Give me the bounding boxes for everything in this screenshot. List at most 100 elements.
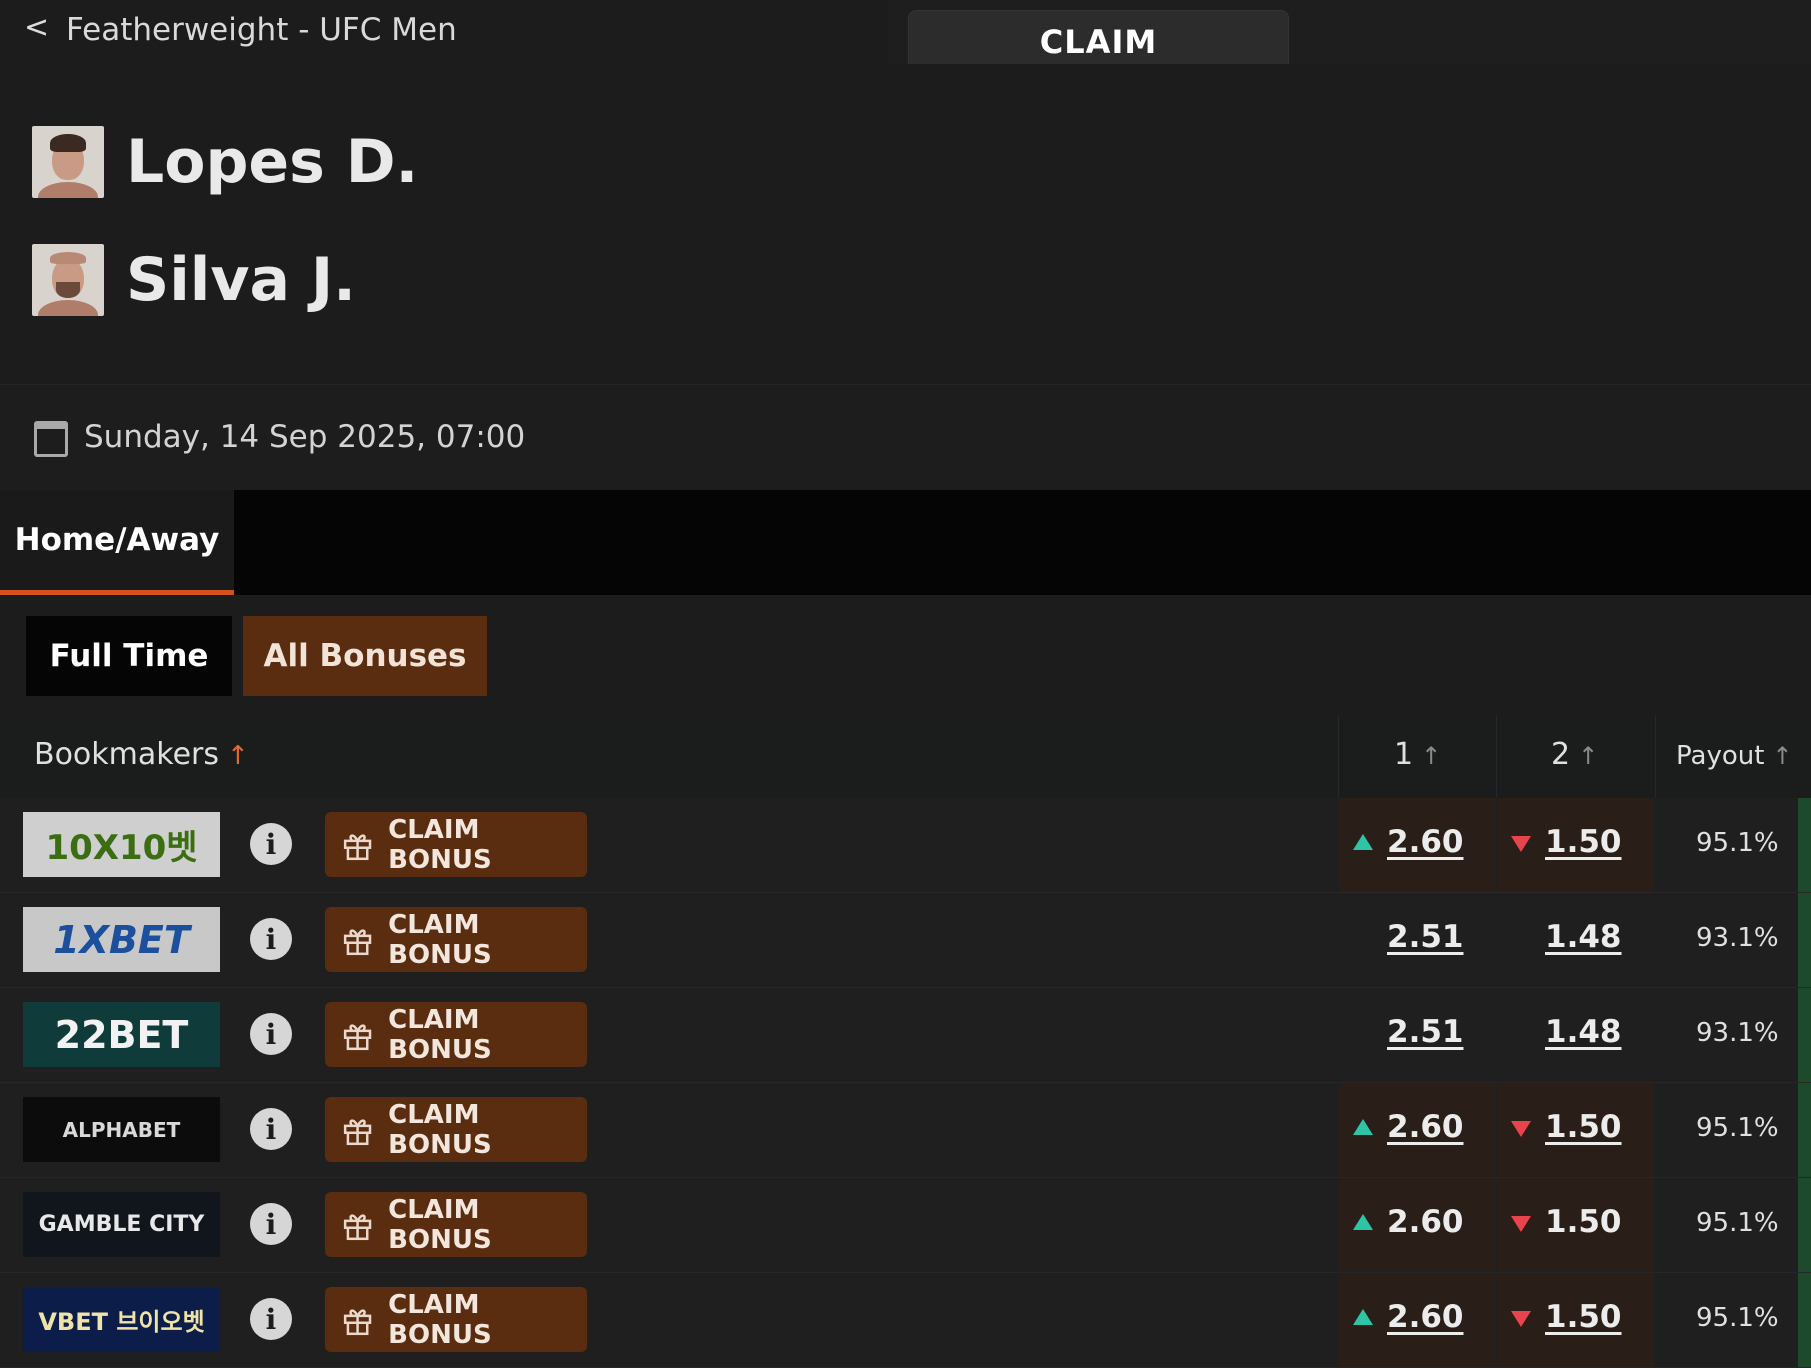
- claim-bonus-button[interactable]: CLAIM BONUS: [325, 1287, 587, 1352]
- col1-header[interactable]: 1 ↑: [1394, 737, 1441, 772]
- bookmaker-logo[interactable]: VBET 브이오벳: [23, 1287, 220, 1352]
- claim-bonus-label: CLAIM BONUS: [388, 814, 492, 875]
- odd-2[interactable]: 1.50: [1545, 1109, 1622, 1145]
- market-tabs: Home/Away: [0, 490, 1811, 596]
- info-icon[interactable]: i: [250, 1298, 292, 1340]
- odd-cell-2[interactable]: 1.48: [1497, 988, 1654, 1082]
- claim-bonus-button[interactable]: CLAIM BONUS: [325, 907, 587, 972]
- odd-1[interactable]: 2.51: [1387, 919, 1464, 955]
- breadcrumb[interactable]: Featherweight - UFC Men: [66, 12, 457, 48]
- info-icon[interactable]: i: [250, 918, 292, 960]
- bookmaker-logo[interactable]: 22BET: [23, 1002, 220, 1067]
- all-bonuses-button[interactable]: All Bonuses: [243, 616, 487, 696]
- claim-bonus-button[interactable]: CLAIM BONUS: [325, 812, 587, 877]
- col2-header[interactable]: 2 ↑: [1551, 737, 1598, 772]
- bookmakers-header[interactable]: Bookmakers ↑: [34, 737, 249, 772]
- claim-bonus-label: CLAIM BONUS: [388, 1004, 492, 1065]
- odd-cell-2[interactable]: 1.50: [1497, 798, 1654, 892]
- odd-2[interactable]: 1.50: [1545, 1204, 1622, 1240]
- column-divider: [1338, 715, 1339, 798]
- row-accent-bar: [1798, 798, 1811, 892]
- gift-icon: [341, 923, 374, 957]
- odd-cell-2[interactable]: 1.48: [1497, 893, 1654, 987]
- odds-up-icon: [1353, 1309, 1373, 1325]
- odds-down-icon: [1511, 1121, 1531, 1137]
- payout-value: 95.1%: [1696, 1303, 1779, 1333]
- full-time-button[interactable]: Full Time: [26, 616, 232, 696]
- gift-icon: [341, 1018, 374, 1052]
- gift-icon: [341, 1208, 374, 1242]
- odd-cell-1[interactable]: 2.60: [1339, 1083, 1496, 1177]
- claim-bonus-label: CLAIM BONUS: [388, 1194, 492, 1255]
- payout-header-label: Payout: [1676, 741, 1765, 771]
- row-accent-bar: [1798, 893, 1811, 987]
- odd-cell-2[interactable]: 1.50: [1497, 1273, 1654, 1367]
- back-icon[interactable]: <: [24, 10, 49, 45]
- odd-cell-1[interactable]: 2.60: [1339, 798, 1496, 892]
- table-row: VBET 브이오벳 i CLAIM BONUS 2.60 1.50 95.1%: [0, 1273, 1811, 1368]
- claim-bonus-button[interactable]: CLAIM BONUS: [325, 1097, 587, 1162]
- payout-value: 95.1%: [1696, 1208, 1779, 1238]
- odds-down-icon: [1511, 1216, 1531, 1232]
- table-row: 1XBET i CLAIM BONUS 2.51 1.48 93.1%: [0, 893, 1811, 988]
- bookmaker-name: 10X10벳: [45, 828, 198, 868]
- row-accent-bar: [1798, 1083, 1811, 1177]
- claim-bonus-label: CLAIM BONUS: [388, 1289, 492, 1350]
- info-icon[interactable]: i: [250, 1013, 292, 1055]
- payout-value: 95.1%: [1696, 828, 1779, 858]
- odds-up-icon: [1353, 834, 1373, 850]
- calendar-icon: [34, 421, 68, 457]
- bookmaker-name: VBET 브이오벳: [38, 1308, 205, 1336]
- column-divider: [1496, 715, 1497, 798]
- table-row: GAMBLE CITY i CLAIM BONUS 2.60 1.50 95.1…: [0, 1178, 1811, 1273]
- odds-up-icon: [1353, 1119, 1373, 1135]
- odd-1[interactable]: 2.60: [1387, 1109, 1464, 1145]
- odds-down-icon: [1511, 1311, 1531, 1327]
- odd-1[interactable]: 2.51: [1387, 1014, 1464, 1050]
- bookmaker-name: GAMBLE CITY: [38, 1212, 205, 1237]
- payout-value: 93.1%: [1696, 923, 1779, 953]
- sort-arrow-icon: ↑: [1578, 742, 1599, 770]
- claim-bonus-label: CLAIM BONUS: [388, 1099, 492, 1160]
- table-row: ALPHABET i CLAIM BONUS 2.60 1.50 95.1%: [0, 1083, 1811, 1178]
- bookmakers-header-label: Bookmakers: [34, 737, 219, 772]
- odd-2[interactable]: 1.50: [1545, 1299, 1622, 1335]
- payout-header[interactable]: Payout ↑: [1676, 741, 1793, 771]
- odd-2[interactable]: 1.48: [1545, 919, 1622, 955]
- player-name: Silva J.: [126, 245, 356, 315]
- claim-bonus-button[interactable]: CLAIM BONUS: [325, 1192, 587, 1257]
- info-icon[interactable]: i: [250, 823, 292, 865]
- odd-cell-1[interactable]: 2.51: [1339, 893, 1496, 987]
- tab-home-away[interactable]: Home/Away: [0, 490, 234, 596]
- table-row: 22BET i CLAIM BONUS 2.51 1.48 93.1%: [0, 988, 1811, 1083]
- odd-cell-1[interactable]: 2.60: [1339, 1273, 1496, 1367]
- bookmaker-name: ALPHABET: [62, 1117, 181, 1142]
- odd-cell-2[interactable]: 1.50: [1497, 1083, 1654, 1177]
- odd-cell-1[interactable]: 2.60: [1339, 1178, 1496, 1272]
- bookmaker-logo[interactable]: ALPHABET: [23, 1097, 220, 1162]
- payout-value: 95.1%: [1696, 1113, 1779, 1143]
- player-name: Lopes D.: [126, 127, 419, 197]
- odd-1[interactable]: 2.60: [1387, 824, 1464, 860]
- player-away[interactable]: Silva J.: [32, 244, 356, 316]
- filter-row: Full Time All Bonuses: [0, 595, 1811, 715]
- bookmaker-logo[interactable]: 1XBET: [23, 907, 220, 972]
- info-icon[interactable]: i: [250, 1108, 292, 1150]
- odd-2[interactable]: 1.50: [1545, 824, 1622, 860]
- col1-header-label: 1: [1394, 737, 1414, 772]
- odd-cell-1[interactable]: 2.51: [1339, 988, 1496, 1082]
- odds-down-icon: [1511, 836, 1531, 852]
- odd-2[interactable]: 1.48: [1545, 1014, 1622, 1050]
- claim-bonus-button[interactable]: CLAIM BONUS: [325, 1002, 587, 1067]
- odd-cell-2[interactable]: 1.50: [1497, 1178, 1654, 1272]
- odd-1[interactable]: 2.60: [1387, 1299, 1464, 1335]
- gift-icon: [341, 1303, 374, 1337]
- row-accent-bar: [1798, 1178, 1811, 1272]
- bookmaker-logo[interactable]: GAMBLE CITY: [23, 1192, 220, 1257]
- gift-icon: [341, 828, 374, 862]
- player-home[interactable]: Lopes D.: [32, 126, 418, 198]
- odds-up-icon: [1353, 1214, 1373, 1230]
- info-icon[interactable]: i: [250, 1203, 292, 1245]
- bookmaker-logo[interactable]: 10X10벳: [23, 812, 220, 877]
- odd-1[interactable]: 2.60: [1387, 1204, 1464, 1240]
